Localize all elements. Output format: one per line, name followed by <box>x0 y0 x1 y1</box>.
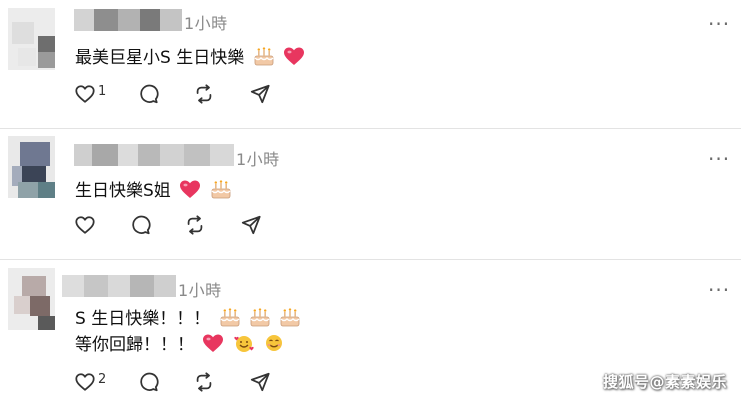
cake-emoji <box>280 307 301 327</box>
comment-line: 最美巨星小S 生日快樂 <box>75 48 245 68</box>
cake-emoji <box>219 307 240 327</box>
like-button[interactable]: 1 <box>74 83 106 105</box>
username-blurred[interactable] <box>62 275 176 297</box>
like-button[interactable]: 2 <box>74 371 106 393</box>
heart-icon <box>75 85 95 103</box>
comment-line: S 生日快樂！！！ <box>75 309 211 329</box>
heart-icon <box>75 216 95 234</box>
share-icon <box>241 215 261 235</box>
avatar[interactable] <box>8 268 55 330</box>
divider <box>0 128 741 129</box>
comment-text: 等你回歸！！！ <box>75 330 285 355</box>
repost-button[interactable] <box>193 83 215 105</box>
username-blurred[interactable] <box>74 144 234 166</box>
cake-emoji <box>253 46 274 66</box>
like-count: 1 <box>98 83 107 99</box>
comment-text: S 生日快樂！！！ <box>75 304 301 329</box>
share-button[interactable] <box>240 214 262 236</box>
divider <box>0 259 741 260</box>
pink-heart-emoji <box>284 47 305 65</box>
comment-icon <box>140 84 159 104</box>
comment-button[interactable] <box>137 83 159 105</box>
more-options-icon[interactable]: ··· <box>708 280 730 300</box>
comment-text: 最美巨星小S 生日快樂 <box>75 43 305 68</box>
share-icon <box>250 372 270 392</box>
pink-heart-emoji <box>203 334 224 352</box>
avatar[interactable] <box>8 136 55 198</box>
repost-button[interactable] <box>184 214 206 236</box>
comment-icon <box>132 215 151 235</box>
repost-icon <box>187 215 203 235</box>
cake-emoji <box>210 179 231 199</box>
share-button[interactable] <box>249 371 271 393</box>
comment-time: 1小時 <box>236 150 280 169</box>
repost-icon <box>196 84 212 104</box>
comment-text: 生日快樂S姐 <box>75 176 232 201</box>
more-options-icon[interactable]: ··· <box>708 149 730 169</box>
like-count: 2 <box>98 371 107 387</box>
cake-emoji <box>250 307 270 327</box>
share-button[interactable] <box>249 83 271 105</box>
comment-line: 生日快樂S姐 <box>75 181 171 201</box>
smiling-face-emoji <box>266 335 283 351</box>
more-options-icon[interactable]: ··· <box>708 14 730 34</box>
watermark: 搜狐号@素素娱乐 <box>603 373 728 391</box>
smiling-hearts-emoji <box>234 336 254 352</box>
heart-icon <box>75 373 95 391</box>
comment-time: 1小時 <box>184 14 228 33</box>
avatar[interactable] <box>8 8 55 70</box>
repost-button[interactable] <box>193 371 215 393</box>
share-icon <box>250 84 270 104</box>
comment-button[interactable] <box>137 371 159 393</box>
pink-heart-emoji <box>180 180 201 198</box>
username-blurred[interactable] <box>74 9 182 31</box>
like-button[interactable] <box>74 214 98 236</box>
comment-line: 等你回歸！！！ <box>75 335 194 355</box>
comment-time: 1小時 <box>178 281 222 300</box>
comment-button[interactable] <box>129 214 151 236</box>
repost-icon <box>196 372 212 392</box>
comment-icon <box>140 372 159 392</box>
